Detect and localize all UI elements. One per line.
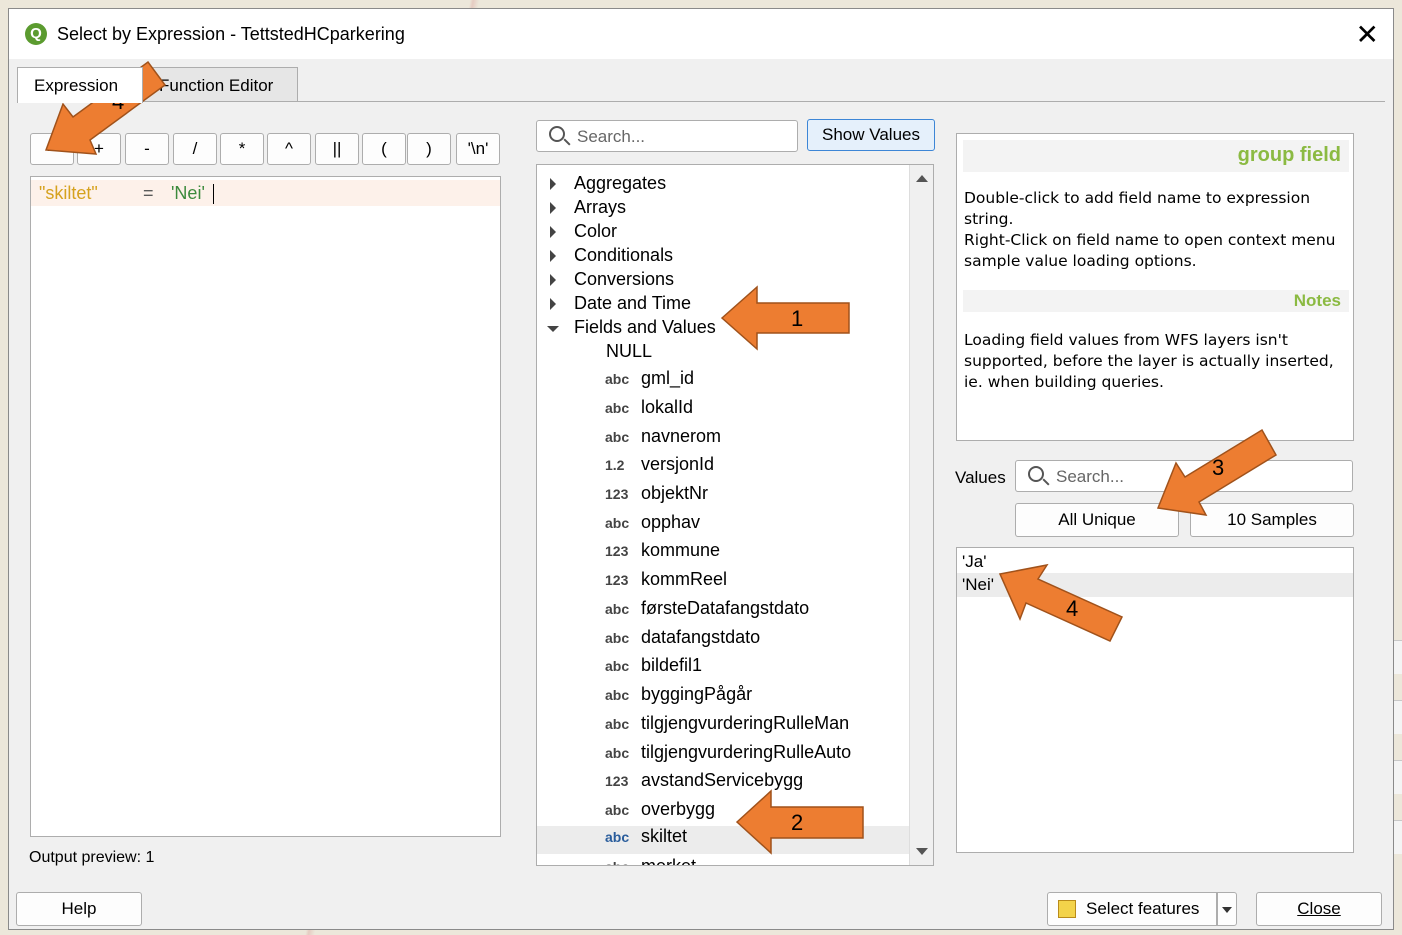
annotation-number-4-values: 4 xyxy=(1066,596,1079,621)
tab-expression[interactable]: Expression xyxy=(17,67,143,103)
annotation-arrow-1 xyxy=(720,285,850,351)
annotation-number-2: 2 xyxy=(791,810,804,835)
annotation-number-1: 1 xyxy=(791,306,804,331)
annotation-overlay xyxy=(44,60,1278,855)
annotation-number-3: 3 xyxy=(1212,455,1225,480)
annotation-arrow-4-values xyxy=(998,563,1124,642)
